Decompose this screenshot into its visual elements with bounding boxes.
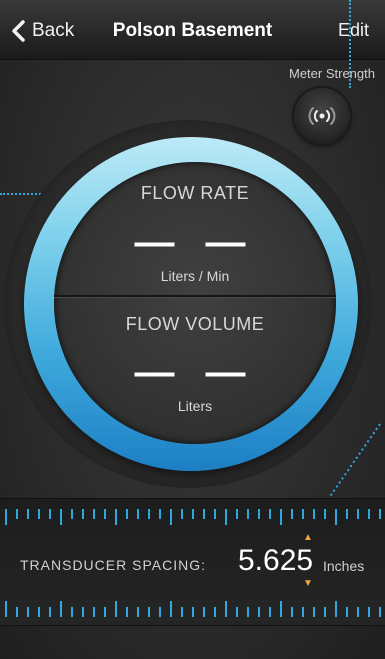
flow-volume-title: FLOW VOLUME	[125, 314, 265, 334]
gauge-face: FLOW RATE — — Liters / Min FLOW VOLUME —…	[54, 162, 336, 444]
ruler-ticks-bottom	[5, 601, 381, 617]
arrow-up-icon[interactable]: ▲	[303, 533, 313, 543]
arrow-down-icon[interactable]: ▼	[303, 579, 313, 589]
flow-rate-unit: Liters / Min	[160, 268, 230, 284]
flow-volume-unit: Liters	[177, 398, 213, 414]
transducer-spacing-value: 5.625	[238, 544, 314, 577]
meter-strength-button[interactable]	[294, 88, 350, 144]
gauge-divider	[54, 295, 336, 298]
transducer-spacing-unit: Inches	[323, 558, 365, 574]
meter-strength-label: Meter Strength	[289, 66, 375, 81]
ruler-ticks-top	[5, 509, 381, 525]
flow-meter-screen: Back Polson Basement Edit Meter Strength…	[0, 0, 385, 659]
flow-volume-value: — —	[134, 350, 256, 394]
flow-rate-title: FLOW RATE	[140, 183, 250, 203]
flow-rate-value: — —	[134, 220, 256, 264]
page-title: Polson Basement	[112, 20, 273, 41]
signal-broadcast-icon	[308, 107, 336, 125]
transducer-spacing-label: TRANSDUCER SPACING:	[20, 557, 206, 573]
navigation-bar: Back Polson Basement Edit	[0, 0, 385, 60]
edit-button[interactable]: Edit	[338, 20, 369, 41]
